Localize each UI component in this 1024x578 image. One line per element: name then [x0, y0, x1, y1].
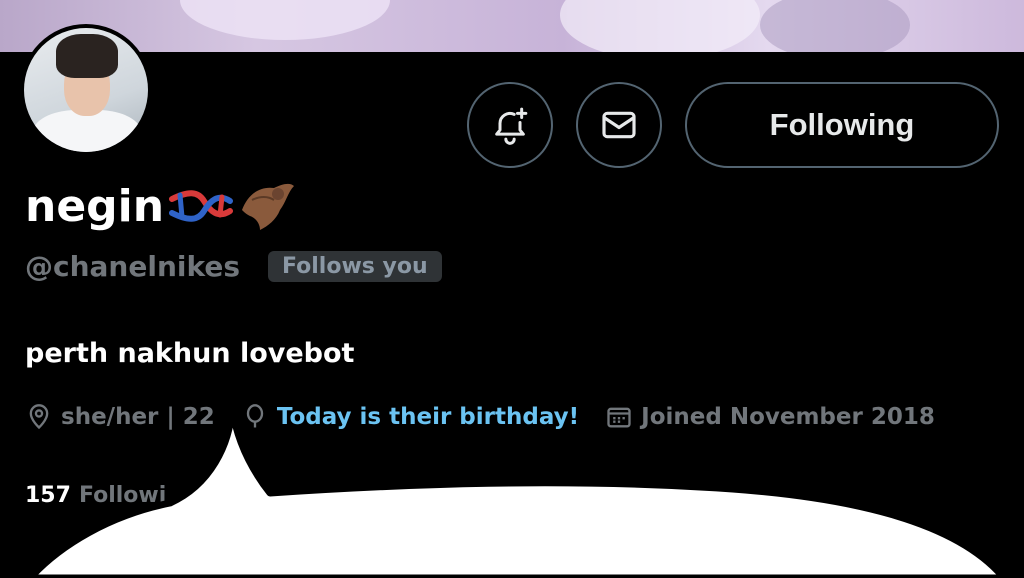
following-button[interactable]: Following — [685, 82, 999, 168]
profile-banner[interactable] — [0, 0, 1024, 52]
bell-plus-icon — [495, 107, 528, 145]
bat-emoji-icon — [242, 183, 295, 230]
display-name: negin — [25, 178, 296, 234]
handle: @chanelnikes — [25, 250, 241, 283]
envelope-icon — [602, 111, 636, 139]
speech-bubble-overlay — [26, 403, 1008, 578]
avatar-photo — [24, 28, 148, 152]
bio: perth nakhun lovebot — [25, 338, 355, 369]
avatar[interactable] — [20, 24, 152, 156]
knot-emoji-icon — [169, 190, 234, 222]
handle-row: @chanelnikes Follows you — [25, 250, 442, 283]
display-name-text: negin — [25, 180, 165, 232]
notify-button[interactable] — [467, 82, 553, 168]
banner-cloud — [180, 0, 390, 40]
message-button[interactable] — [576, 82, 662, 168]
banner-shadow — [760, 0, 910, 52]
banner-cloud — [560, 0, 760, 52]
follows-you-badge: Follows you — [268, 251, 442, 282]
